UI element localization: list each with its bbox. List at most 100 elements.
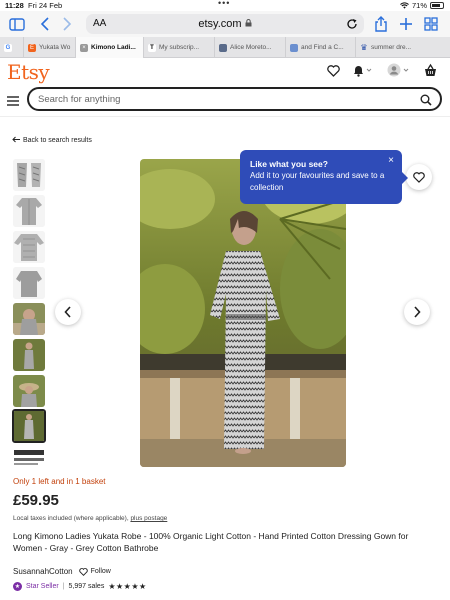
url-domain: etsy.com — [198, 18, 242, 30]
tax-text: Local taxes included (where applicable), — [13, 515, 129, 522]
shop-name-link[interactable]: SusannahCotton — [13, 567, 73, 576]
tab-label: Yukata Wo — [39, 44, 71, 51]
tab-label: Kimono Ladi... — [91, 44, 136, 51]
postage-link[interactable]: plus postage — [130, 515, 167, 522]
model-photo-icon — [14, 411, 44, 441]
thumbnail-5[interactable] — [13, 303, 45, 335]
back-nav-icon[interactable] — [36, 15, 54, 33]
favourite-item-button[interactable] — [406, 164, 432, 190]
tab-summer[interactable]: ♛ summer dre... — [356, 37, 450, 58]
t-icon: T — [148, 43, 156, 52]
thumbnail-9[interactable] — [13, 447, 45, 467]
sidebar-icon[interactable] — [8, 15, 26, 33]
arrow-left-icon — [12, 136, 20, 145]
google-icon: G — [4, 43, 12, 52]
basket-icon[interactable] — [424, 63, 437, 82]
lock-icon — [245, 19, 252, 27]
tab-google[interactable]: G — [0, 37, 24, 58]
robe-back-icon — [13, 267, 45, 299]
star-seller-badge-icon: ★ — [13, 582, 22, 591]
multitask-dots-icon[interactable]: ••• — [218, 0, 230, 8]
status-bar: 11:28 Fri 24 Feb ••• 71% — [0, 0, 450, 11]
notifications-bell-icon[interactable] — [352, 64, 372, 82]
reload-icon[interactable] — [346, 17, 358, 35]
tab-subscription[interactable]: T My subscrip... — [144, 37, 215, 58]
tab-yukata[interactable]: E Yukata Wo — [24, 37, 76, 58]
tooltip-body: Add it to your favourites and save to a … — [250, 171, 385, 192]
model-photo-icon — [13, 303, 45, 335]
seller-row: ★ Star Seller | 5,997 sales ★★★★★ — [13, 582, 147, 591]
status-right: 71% — [400, 1, 444, 10]
picture-icon — [290, 43, 298, 52]
etsy-logo[interactable]: Etsy — [7, 60, 50, 84]
tax-note: Local taxes included (where applicable),… — [13, 515, 167, 522]
model-photo-icon — [13, 375, 45, 407]
tab-bar: G E Yukata Wo × Kimono Ladi... T My subs… — [0, 37, 450, 58]
product-title: Long Kimono Ladies Yukata Robe - 100% Or… — [13, 531, 409, 553]
separator: | — [62, 583, 65, 590]
address-bar[interactable]: AA etsy.com — [86, 14, 364, 34]
thumbnail-8-selected[interactable] — [12, 409, 46, 443]
heart-icon — [78, 567, 88, 576]
etsy-icon: E — [28, 43, 36, 52]
sales-count: 5,997 sales — [68, 583, 105, 590]
crown-icon: ♛ — [360, 43, 368, 52]
tab-overview-icon[interactable] — [422, 15, 440, 33]
share-icon[interactable] — [372, 15, 390, 33]
product-main-image[interactable] — [140, 159, 346, 467]
status-time: 11:28 — [5, 1, 24, 10]
shop-row: SusannahCotton Follow — [13, 567, 111, 576]
new-tab-icon[interactable] — [397, 15, 415, 33]
robe-front-icon — [13, 195, 45, 227]
header-divider — [0, 116, 450, 117]
close-tab-icon[interactable]: × — [80, 43, 88, 52]
thumbnail-4[interactable] — [13, 267, 45, 299]
browser-toolbar: AA etsy.com — [0, 11, 450, 37]
price: £59.95 — [13, 492, 59, 509]
heart-icon — [413, 171, 425, 183]
url-text: etsy.com — [86, 18, 364, 30]
account-avatar-icon[interactable] — [387, 63, 411, 82]
search-icon[interactable] — [420, 93, 432, 111]
battery-icon — [430, 2, 444, 9]
image-icon — [219, 43, 227, 52]
newspaper-icon — [13, 447, 45, 467]
tab-find[interactable]: and Find a C... — [286, 37, 356, 58]
thumbnail-1[interactable] — [13, 159, 45, 191]
back-to-results-link[interactable]: Back to search results — [12, 136, 92, 145]
status-date: Fri 24 Feb — [28, 1, 63, 10]
tab-label: Alice Moreto... — [230, 44, 272, 51]
thumbnail-2[interactable] — [13, 195, 45, 227]
tooltip-title: Like what you see? — [250, 159, 328, 169]
tab-label: and Find a C... — [301, 44, 344, 51]
star-seller-label[interactable]: Star Seller — [26, 583, 59, 590]
thumbnail-7[interactable] — [13, 375, 45, 407]
back-link-label: Back to search results — [23, 137, 92, 144]
favourites-tooltip: Like what you see? Add it to your favour… — [240, 150, 408, 204]
chevron-left-icon — [64, 306, 71, 318]
next-image-button[interactable] — [404, 299, 430, 325]
thumbnail-3[interactable] — [13, 231, 45, 263]
stock-note: Only 1 left and in 1 basket — [13, 477, 106, 486]
hamburger-menu-icon[interactable] — [7, 93, 19, 111]
chevron-right-icon — [414, 306, 421, 318]
robe-flat-icon — [13, 159, 45, 191]
search-input[interactable] — [38, 92, 398, 106]
rating-stars-icon[interactable]: ★★★★★ — [108, 582, 146, 591]
follow-label: Follow — [90, 568, 111, 575]
search-bar — [27, 87, 442, 111]
wifi-icon — [400, 2, 409, 9]
forward-nav-icon[interactable] — [58, 15, 76, 33]
robe-spread-icon — [13, 231, 45, 263]
thumbnail-6[interactable] — [13, 339, 45, 371]
tab-kimono[interactable]: × Kimono Ladi... — [76, 37, 144, 58]
model-photo-icon — [13, 339, 45, 371]
battery-percent: 71% — [411, 1, 427, 10]
favourites-heart-icon[interactable] — [327, 64, 340, 82]
tab-label: My subscrip... — [159, 44, 200, 51]
follow-button[interactable]: Follow — [78, 567, 111, 576]
close-icon[interactable]: × — [388, 155, 394, 167]
tab-alice[interactable]: Alice Moreto... — [215, 37, 286, 58]
tab-label: summer dre... — [371, 44, 412, 51]
prev-image-button[interactable] — [55, 299, 81, 325]
